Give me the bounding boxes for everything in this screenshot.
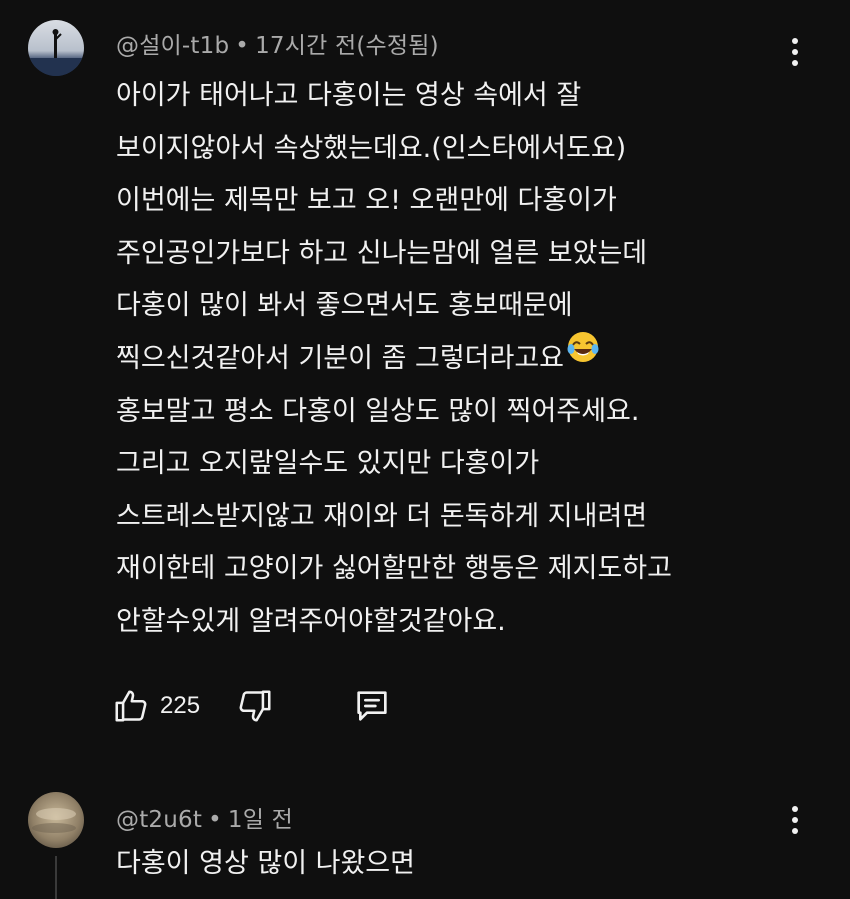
thread-line: [55, 856, 57, 899]
author-name[interactable]: @t2u6t: [116, 807, 202, 833]
more-options-button[interactable]: [780, 800, 810, 840]
comment-line: 다홍이 영상 많이 나왔으면: [116, 848, 415, 879]
more-vertical-icon-dot: [792, 49, 798, 55]
comment-meta: @t2u6t • 1일 전: [116, 800, 293, 834]
more-vertical-icon-dot: [792, 60, 798, 66]
reply-comment-icon: [357, 691, 387, 721]
face-with-tears-of-joy-icon: [566, 330, 600, 383]
more-vertical-icon-dot: [792, 828, 798, 834]
comment-1: @설이-t1b • 17시간 전(수정됨) 아이가 태어나고 다홍이는 영상 속에서…: [0, 0, 850, 740]
like-count: 225: [160, 692, 201, 719]
comment-2: @t2u6t • 1일 전 다홍이 영상 많이 나왔으면: [0, 780, 850, 899]
avatar[interactable]: [28, 20, 84, 76]
meta-separator: •: [235, 33, 250, 59]
thumbs-up-icon: [115, 690, 147, 722]
avatar-image: [28, 792, 84, 848]
avatar[interactable]: [28, 792, 84, 848]
comment-text: 아이가 태어나고 다홍이는 영상 속에서 잘 보이지않아서 속상했는데요.(인스…: [116, 70, 672, 649]
comment-line: 홍보말고 평소 다홍이 일상도 많이 찍어주세요.: [116, 395, 640, 427]
comment-actions: 225: [112, 684, 392, 728]
author-name[interactable]: @설이-t1b: [116, 33, 229, 59]
comment-line: 그리고 오지랖일수도 있지만 다홍이가: [116, 448, 540, 480]
comment-line: 안할수있게 알려주어야할것같아요.: [116, 605, 506, 637]
comment-line: 재이한테 고양이가 싫어할만한 행동은 제지도하고: [116, 553, 672, 585]
more-vertical-icon-dot: [792, 817, 798, 823]
more-vertical-icon: [792, 38, 798, 44]
reply-button[interactable]: [352, 686, 392, 726]
more-options-button[interactable]: [780, 32, 810, 72]
comment-line: 아이가 태어나고 다홍이는 영상 속에서 잘: [116, 80, 582, 111]
thumbs-down-icon: [239, 690, 271, 722]
comment-meta: @설이-t1b • 17시간 전(수정됨): [116, 26, 439, 60]
comment-line: 이번에는 제목만 보고 오! 오랜만에 다홍이가: [116, 185, 617, 217]
more-vertical-icon: [792, 806, 798, 812]
dislike-button[interactable]: [236, 687, 274, 725]
avatar-image: [28, 20, 84, 76]
comment-line: 스트레스받지않고 재이와 더 돈독하게 지내려면: [116, 500, 648, 532]
comment-line: 보이지않아서 속상했는데요.(인스타에서도요): [116, 132, 627, 164]
comment-line: 다홍이 많이 봐서 좋으면서도 홍보때문에: [116, 290, 573, 322]
comment-text: 다홍이 영상 많이 나왔으면: [116, 838, 415, 891]
meta-separator: •: [208, 807, 222, 833]
comment-timestamp: 17시간 전(수정됨): [255, 33, 439, 59]
comment-timestamp: 1일 전: [227, 807, 293, 833]
comment-line: 찍으신것같아서 기분이 좀 그렇더라고요: [116, 342, 565, 374]
comment-line: 주인공인가보다 하고 신나는맘에 얼른 보았는데: [116, 237, 648, 269]
like-button[interactable]: [112, 687, 150, 725]
comment-line-with-emoji: 찍으신것같아서 기분이 좀 그렇더라고요: [116, 330, 672, 386]
